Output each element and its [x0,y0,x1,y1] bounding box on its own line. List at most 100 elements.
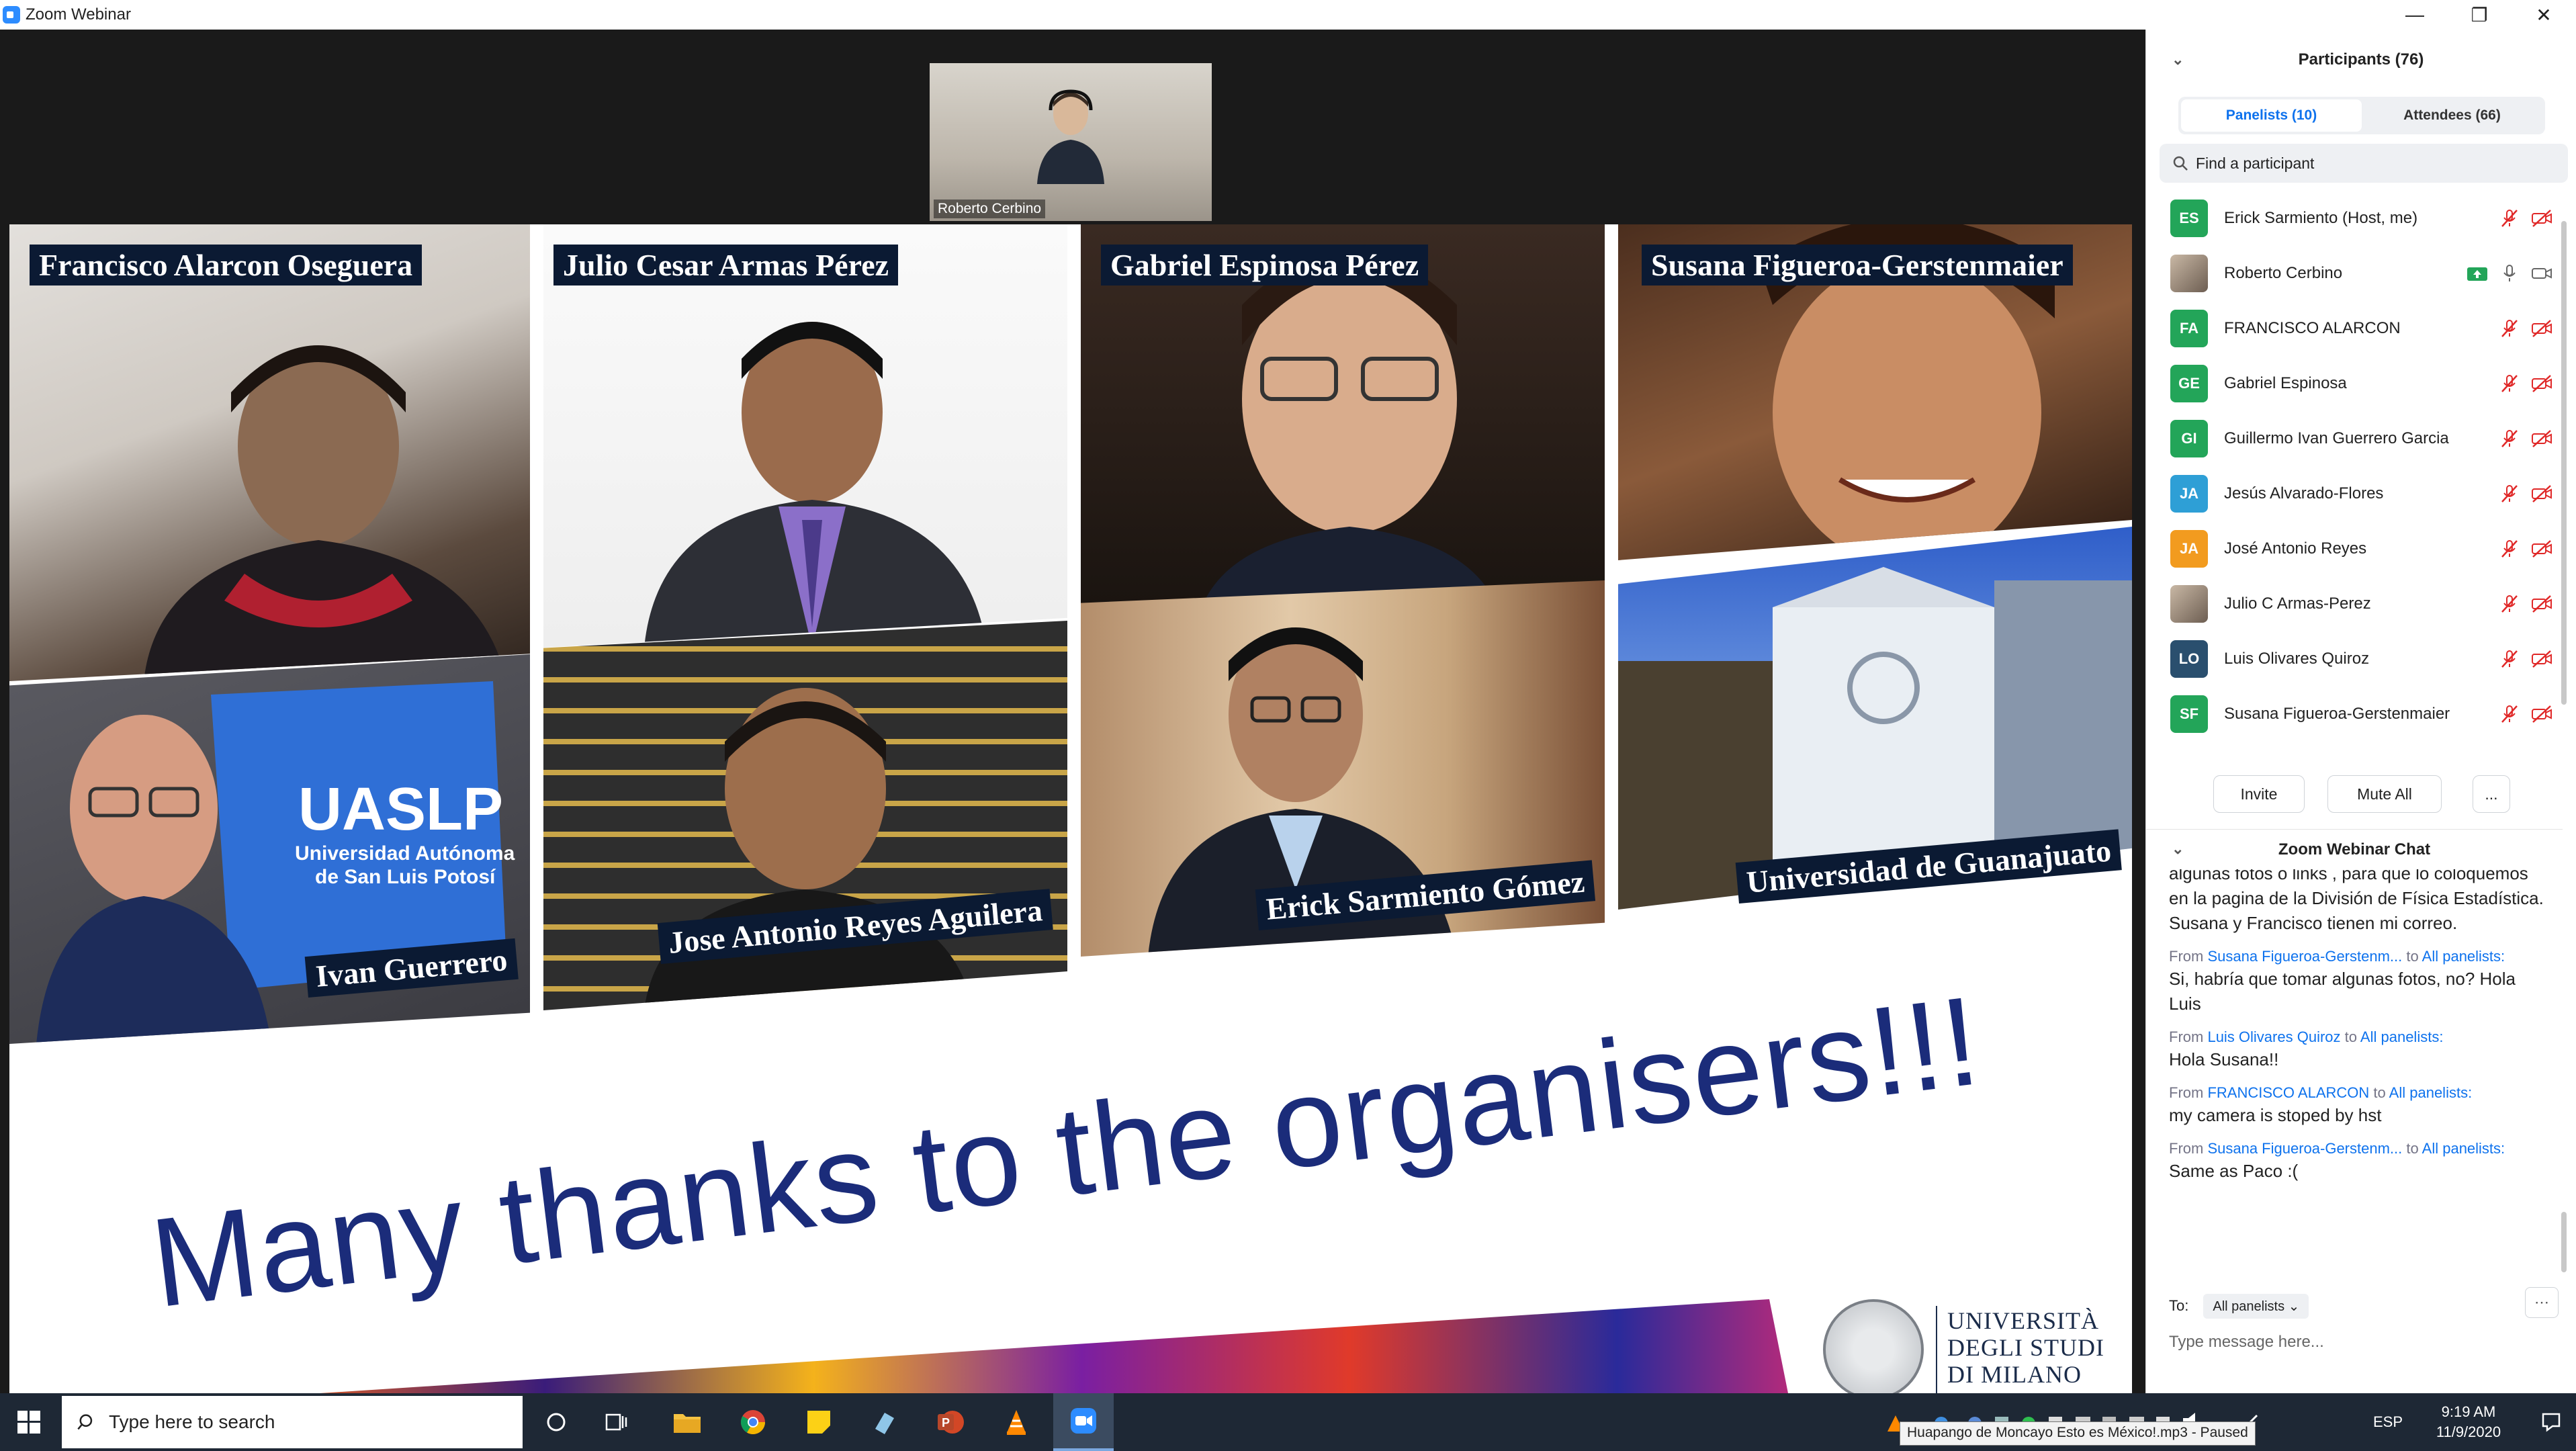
chat-recipient[interactable]: All panelists: [2389,1084,2473,1101]
thanks-headline: Many thanks to the organisers!!! [144,969,1988,1334]
mute-all-button[interactable]: Mute All [2327,775,2442,813]
uaslp-line1: Universidad Autónoma [295,842,515,865]
task-view-button[interactable] [591,1393,642,1451]
photo-ivan: UASLP Universidad Autónoma de San Luis P… [9,654,530,1044]
chat-recipient-row: To: All panelists ⌄ [2169,1292,2309,1319]
from-label: From [2169,1140,2204,1157]
chat-scrollbar[interactable] [2561,1212,2567,1272]
chat-message: algunas fotos o links , para que lo colo… [2169,869,2545,936]
chat-recipient[interactable]: All panelists: [2422,1140,2505,1157]
powerpoint-icon: P [938,1411,964,1434]
participant-avatar: ES [2170,200,2208,237]
participant-tabs: Panelists (10) Attendees (66) [2178,97,2545,134]
participant-row[interactable]: GE Gabriel Espinosa [2146,356,2563,411]
collapse-chat-chevron-icon[interactable]: ⌄ [2172,840,2184,858]
window-title: Zoom Webinar [26,5,131,24]
tab-attendees[interactable]: Attendees (66) [2362,99,2542,132]
chat-more-button[interactable]: ⋯ [2525,1287,2559,1318]
invite-button[interactable]: Invite [2213,775,2305,813]
taskbar-zoom[interactable] [1053,1393,1114,1451]
chat-sender[interactable]: Susana Figueroa-Gerstenm... [2207,1140,2402,1157]
to-label: to [2406,948,2419,965]
participant-row[interactable]: FA FRANCISCO ALARCON [2146,301,2563,356]
photo-jose [543,621,1067,1010]
participant-row[interactable]: JA Jesús Alvarado-Flores [2146,466,2563,521]
participant-name: Guillermo Ivan Guerrero Garcia [2224,429,2449,447]
participant-row[interactable]: ES Erick Sarmiento (Host, me) [2146,191,2563,246]
cortana-icon [547,1413,566,1432]
microphone-muted-icon [2501,320,2518,337]
chat-recipient[interactable]: All panelists: [2360,1028,2444,1045]
chat-recipient[interactable]: All panelists: [2422,948,2505,965]
taskbar-search[interactable]: Type here to search [62,1396,523,1448]
participants-title: Participants (76) [2298,50,2424,69]
action-center-button[interactable] [2526,1393,2576,1451]
taskbar-sticky-notes[interactable] [790,1393,848,1451]
speaker-video-thumbnail[interactable]: Roberto Cerbino [930,63,1212,221]
speaker-figure [1037,89,1104,184]
media-tooltip: Huapango de Moncayo Esto es México!.mp3 … [1900,1421,2256,1446]
close-button[interactable]: ✕ [2512,0,2576,30]
microphone-muted-icon [2501,430,2518,447]
taskbar-powerpoint[interactable]: P [922,1393,979,1451]
microphone-muted-icon [2501,210,2518,227]
participant-row[interactable]: Julio C Armas-Perez [2146,576,2563,631]
start-button[interactable] [0,1393,58,1451]
video-off-icon [2532,375,2552,392]
from-label: From [2169,948,2204,965]
microphone-muted-icon [2501,650,2518,668]
francisco-figure [144,345,506,681]
video-camera-icon [2532,268,2552,279]
chat-sender[interactable]: FRANCISCO ALARCON [2207,1084,2369,1101]
participant-row[interactable]: GI Guillermo Ivan Guerrero Garcia [2146,411,2563,466]
chat-message-header: From Susana Figueroa-Gerstenm... to All … [2169,1139,2545,1159]
participant-name: Jesús Alvarado-Flores [2224,484,2384,502]
participant-name: Roberto Cerbino [2224,264,2343,282]
participant-row[interactable]: SF Susana Figueroa-Gerstenmaier [2146,687,2563,742]
nametag-gabriel: Gabriel Espinosa Pérez [1101,245,1429,285]
unimi-line2: DEGLI STUDI [1947,1334,2104,1361]
participant-search-input[interactable] [2196,154,2532,173]
speaker-name-label: Roberto Cerbino [934,200,1046,218]
participant-row[interactable]: Roberto Cerbino [2146,246,2563,301]
microphone-muted-icon [2501,595,2518,613]
participant-avatar: SF [2170,695,2208,733]
participant-row[interactable]: JA José Antonio Reyes [2146,521,2563,576]
microphone-muted-icon [2501,375,2518,392]
participant-name: Erick Sarmiento (Host, me) [2224,209,2418,227]
julio-figure [644,322,987,648]
chat-message-text: Si, habría que tomar algunas fotos, no? … [2169,969,2516,1014]
clock[interactable]: 9:19 AM 11/9/2020 [2418,1393,2519,1451]
cortana-button[interactable] [531,1393,582,1451]
chat-message-input[interactable] [2169,1333,2545,1352]
chat-message-text: algunas fotos o links , para que lo colo… [2169,869,2544,933]
participant-name: FRANCISCO ALARCON [2224,319,2401,337]
collapse-participants-chevron-icon[interactable]: ⌄ [2172,51,2184,69]
restore-button[interactable]: ❐ [2447,0,2512,30]
unimi-line3: DI MILANO [1947,1361,2082,1388]
taskbar-file-explorer[interactable] [658,1393,716,1451]
taskbar-app[interactable] [856,1393,914,1451]
chat-message-header: From FRANCISCO ALARCON to All panelists: [2169,1083,2545,1103]
taskbar-vlc[interactable] [987,1393,1045,1451]
participant-avatar: FA [2170,310,2208,347]
participant-name: José Antonio Reyes [2224,539,2367,558]
participants-scrollbar[interactable] [2561,221,2567,705]
chat-sender[interactable]: Luis Olivares Quiroz [2207,1028,2340,1045]
minimize-button[interactable]: — [2383,0,2447,30]
taskbar-chrome[interactable] [724,1393,782,1451]
participant-avatar [2170,585,2208,623]
to-label: To: [2169,1297,2189,1314]
notification-icon [2542,1413,2560,1432]
tab-panelists[interactable]: Panelists (10) [2181,99,2362,132]
language-indicator[interactable]: ESP [2364,1393,2411,1451]
chat-sender[interactable]: Susana Figueroa-Gerstenm... [2207,948,2402,965]
side-panel: ⌄ Participants (76) Panelists (10) Atten… [2145,30,2576,1393]
clock-date: 11/9/2020 [2436,1423,2501,1440]
participant-row[interactable]: LO Luis Olivares Quiroz [2146,631,2563,687]
share-screen-icon [2467,267,2487,281]
video-off-icon [2532,485,2552,502]
participants-more-button[interactable]: ... [2473,775,2510,813]
recipient-dropdown[interactable]: All panelists ⌄ [2203,1293,2309,1319]
participant-search [2160,144,2568,183]
